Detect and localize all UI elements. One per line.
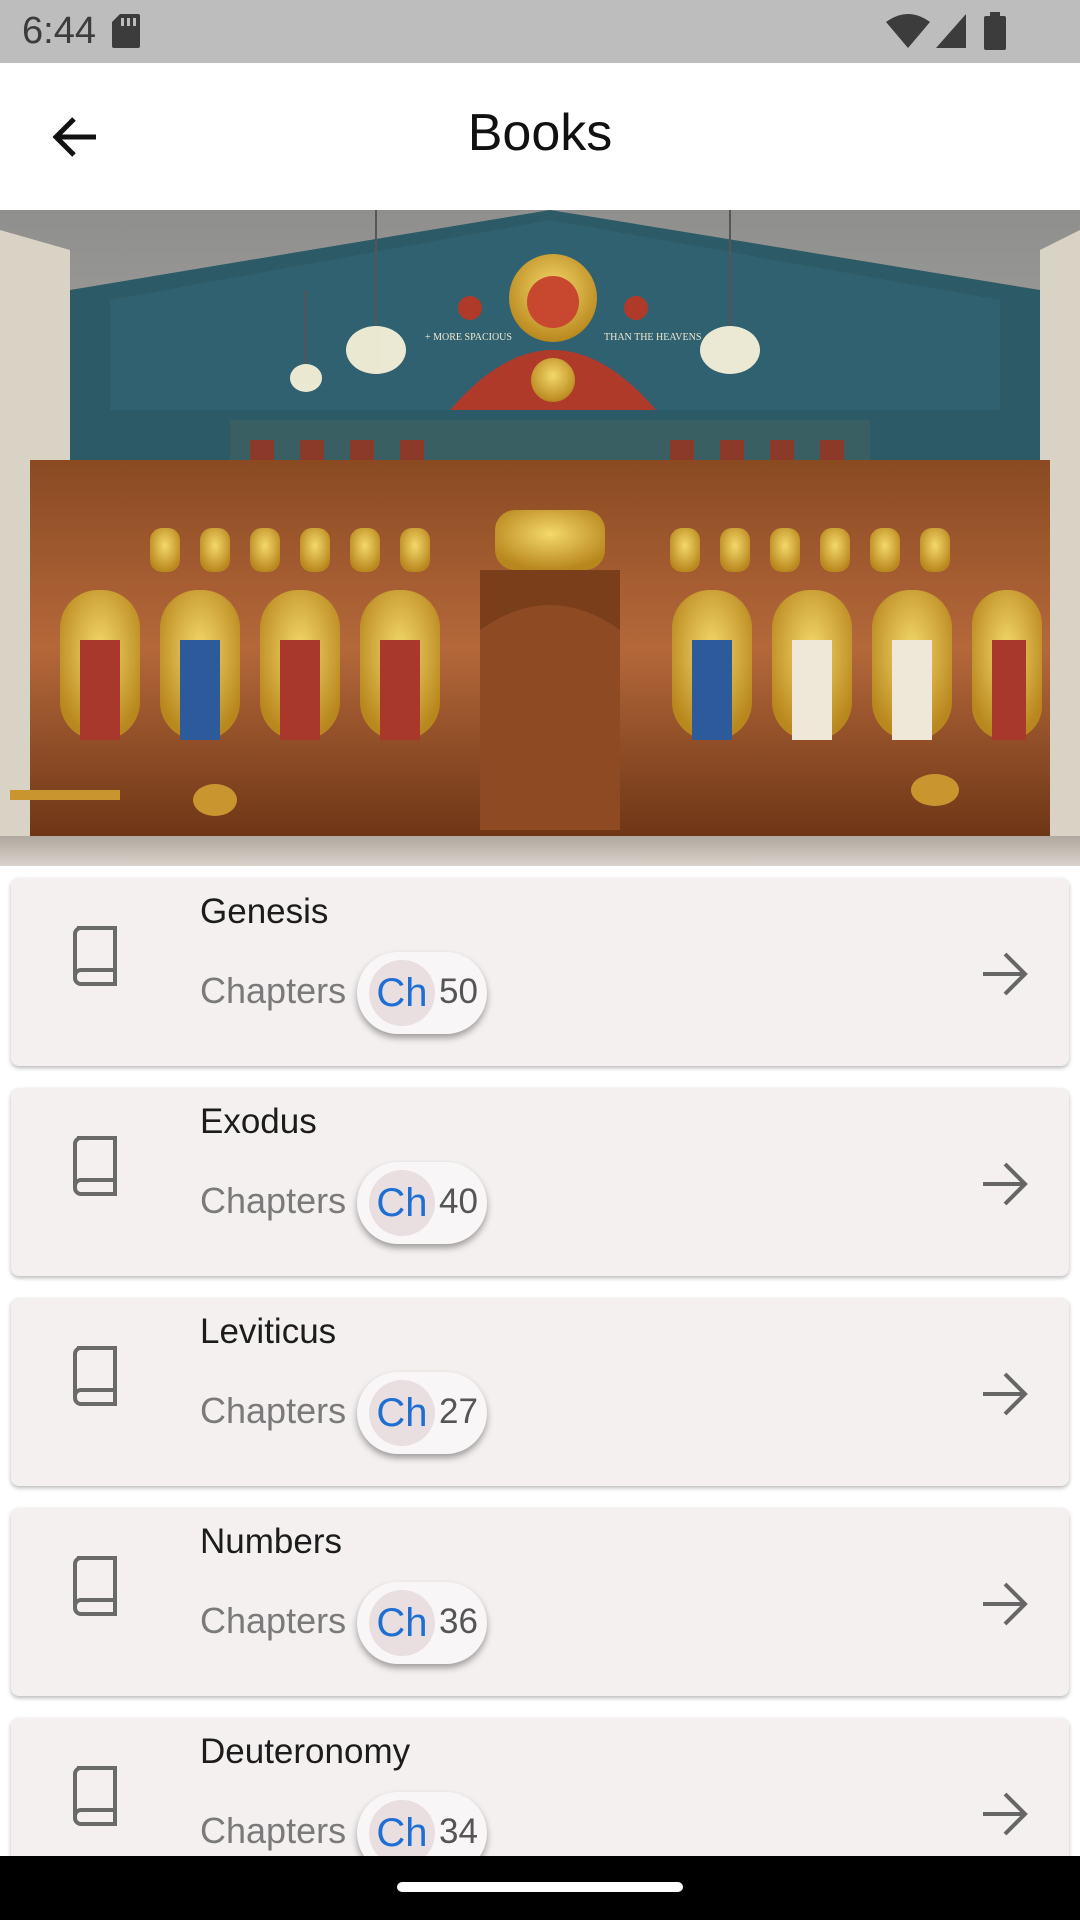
arrow-forward-icon[interactable] <box>979 1368 1031 1420</box>
church-iconostasis-image: + MORE SPACIOUS THAN THE HEAVENS <box>0 210 1080 866</box>
chapters-label: Chapters <box>200 1390 347 1431</box>
book-list: Genesis Chapters Ch 50 Exodus Chapters C… <box>0 866 1080 1856</box>
book-title: Leviticus <box>200 1312 337 1351</box>
book-title: Genesis <box>200 892 329 931</box>
arrow-forward-icon[interactable] <box>979 1788 1031 1840</box>
book-title: Exodus <box>200 1102 317 1141</box>
wifi-icon <box>886 14 930 48</box>
chapter-count-chip: Ch 50 <box>357 952 487 1034</box>
status-time: 6:44 <box>22 10 96 52</box>
chapters-label: Chapters <box>200 970 347 1011</box>
chapters-label: Chapters <box>200 1180 347 1221</box>
book-card-deuteronomy[interactable]: Deuteronomy Chapters Ch 34 <box>11 1718 1069 1856</box>
page-title: Books <box>467 104 613 162</box>
signal-icon <box>936 14 966 48</box>
book-title: Numbers <box>200 1522 342 1561</box>
chip-avatar: Ch <box>369 1590 435 1656</box>
chapters-label: Chapters <box>200 1810 347 1851</box>
chapter-count-chip: Ch 36 <box>357 1582 487 1664</box>
hero-image: + MORE SPACIOUS THAN THE HEAVENS <box>0 210 1080 866</box>
chapter-count-chip: Ch 40 <box>357 1162 487 1244</box>
arrow-forward-icon[interactable] <box>979 1578 1031 1630</box>
book-card-exodus[interactable]: Exodus Chapters Ch 40 <box>11 1088 1069 1276</box>
sd-card-icon <box>112 14 140 48</box>
chip-avatar: Ch <box>369 960 435 1026</box>
arrow-forward-icon[interactable] <box>979 1158 1031 1210</box>
chapter-count: 34 <box>439 1812 478 1851</box>
book-icon <box>73 1766 117 1826</box>
chapters-label: Chapters <box>200 1600 347 1641</box>
book-title: Deuteronomy <box>200 1732 411 1771</box>
fresco-text-left: + MORE SPACIOUS <box>425 332 512 343</box>
book-card-genesis[interactable]: Genesis Chapters Ch 50 <box>11 878 1069 1066</box>
arrow-forward-icon[interactable] <box>979 948 1031 1000</box>
app-bar: Books <box>0 63 1080 210</box>
chip-avatar: Ch <box>369 1170 435 1236</box>
chapter-count: 40 <box>439 1182 478 1221</box>
fresco-text-right: THAN THE HEAVENS <box>604 332 701 343</box>
chapter-count-chip: Ch 27 <box>357 1372 487 1454</box>
battery-icon <box>984 12 1006 50</box>
chapter-count-chip: Ch 34 <box>357 1792 487 1856</box>
book-card-numbers[interactable]: Numbers Chapters Ch 36 <box>11 1508 1069 1696</box>
chapter-count: 50 <box>439 972 478 1011</box>
home-indicator[interactable] <box>397 1882 683 1892</box>
chapter-count: 27 <box>439 1392 478 1431</box>
book-icon <box>73 926 117 986</box>
book-icon <box>73 1556 117 1616</box>
chip-avatar: Ch <box>369 1800 435 1856</box>
system-nav-bar <box>0 1856 1080 1920</box>
book-card-leviticus[interactable]: Leviticus Chapters Ch 27 <box>11 1298 1069 1486</box>
chapter-count: 36 <box>439 1602 478 1641</box>
chip-avatar: Ch <box>369 1380 435 1446</box>
status-bar: 6:44 <box>0 0 1080 63</box>
book-icon <box>73 1346 117 1406</box>
book-icon <box>73 1136 117 1196</box>
